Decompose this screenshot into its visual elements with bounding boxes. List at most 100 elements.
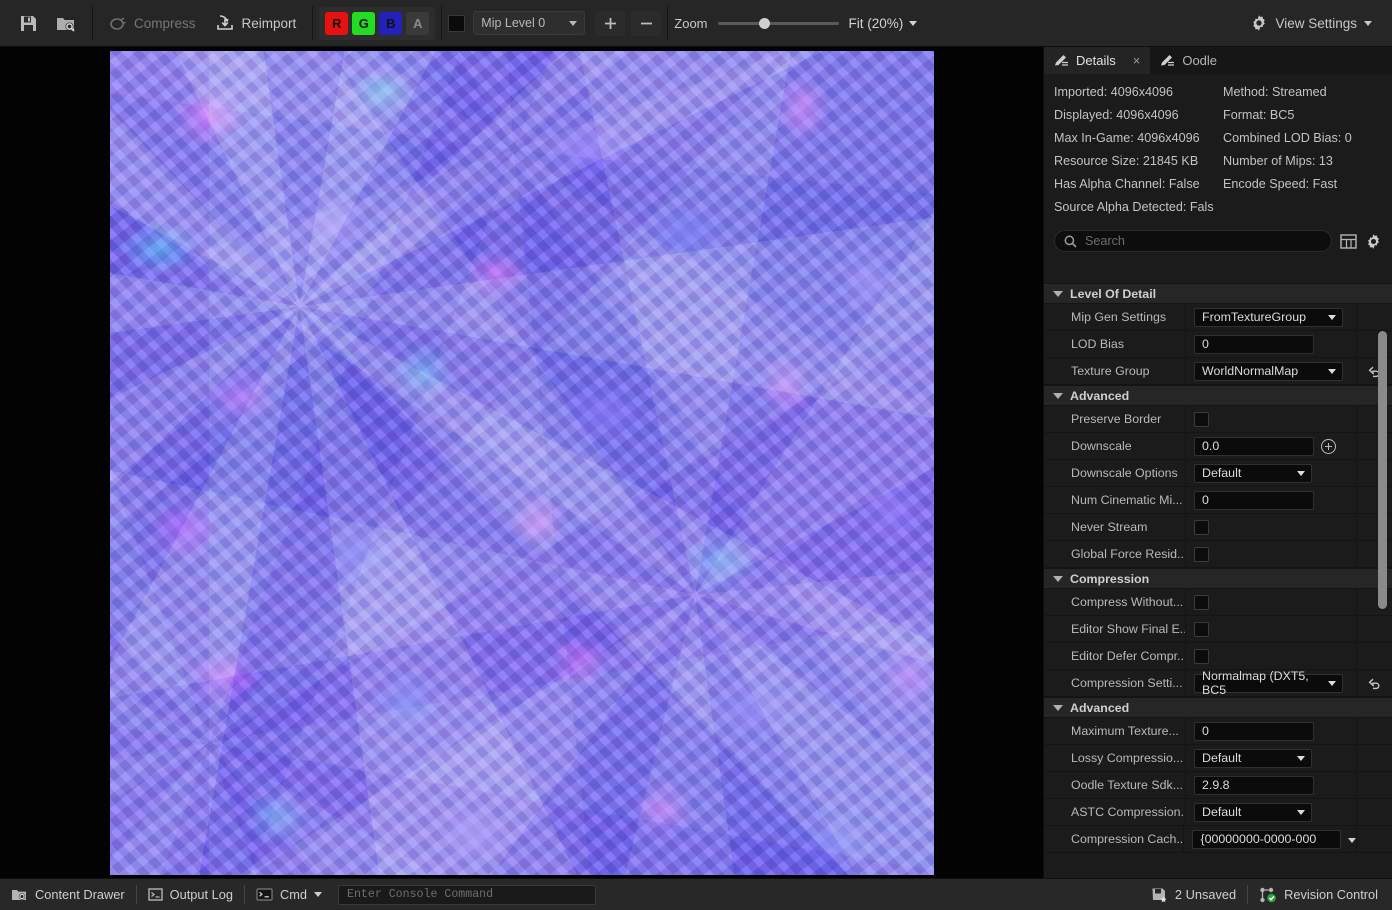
mip-increase-button[interactable] [595,10,626,36]
property-value [1186,594,1356,610]
property-label: Preserve Border [1044,406,1186,432]
property-row-extra [1356,643,1392,669]
property-dropdown[interactable]: Normalmap (DXT5, BC5 [1194,669,1343,697]
category-header-advanced[interactable]: Advanced [1044,385,1392,406]
chevron-down-icon [1328,368,1336,374]
gear-icon [1250,14,1268,32]
compress-button[interactable]: Compress [99,6,206,40]
property-row-extra [1356,826,1392,852]
console-command-input[interactable]: Enter Console Command [337,884,596,905]
unsaved-button[interactable]: 2 Unsaved [1140,879,1247,910]
category-header-level-of-detail[interactable]: Level Of Detail [1044,283,1392,304]
chevron-down-icon [1328,680,1336,686]
channel-toggle-r[interactable]: R [325,11,349,35]
cmd-dropdown-button[interactable]: Cmd [245,879,333,910]
property-row: Compress Without... [1044,589,1392,616]
mip-decrease-button[interactable] [631,10,662,36]
property-list-scrollbar[interactable] [1378,331,1387,609]
tab-details[interactable]: Details × [1044,47,1151,74]
reset-to-default-button[interactable] [1356,670,1392,696]
property-checkbox[interactable] [1194,594,1209,610]
zoom-slider[interactable] [717,16,839,30]
info-number-of-mips: Number of Mips: 13 [1223,154,1333,168]
property-checkbox[interactable] [1194,648,1209,664]
chevron-down-icon [909,20,918,26]
channel-toggle-a[interactable]: A [406,11,430,35]
chevron-down-icon [1297,809,1305,815]
toolbar-divider [312,6,314,40]
toolbar-divider [667,6,669,40]
save-button[interactable] [10,6,47,40]
expand-triangle-icon[interactable] [1053,575,1063,582]
property-checkbox[interactable] [1194,546,1209,562]
property-row: Editor Show Final E... [1044,616,1392,643]
category-header-compression[interactable]: Compression [1044,568,1392,589]
category-header-advanced[interactable]: Advanced [1044,697,1392,718]
expand-triangle-icon[interactable] [1053,704,1063,711]
property-dropdown[interactable]: {00000000-0000-000 [1192,829,1342,849]
search-input[interactable]: Search [1054,230,1332,252]
dropdown-value: Default [1202,751,1242,765]
property-dropdown[interactable]: Default [1194,463,1312,483]
dropdown-expand-button[interactable] [1348,832,1357,846]
view-settings-button[interactable]: View Settings [1240,6,1382,40]
browse-folder-icon [56,14,77,33]
expand-triangle-icon[interactable] [1053,392,1063,399]
category-label: Compression [1070,571,1150,586]
property-row-extra [1356,718,1392,744]
chevron-down-icon [1328,314,1336,320]
expand-triangle-icon[interactable] [1053,290,1063,297]
property-checkbox[interactable] [1194,411,1209,427]
chevron-down-icon [1297,470,1305,476]
property-text-input[interactable]: 0.0 [1194,436,1314,456]
reimport-button[interactable]: Reimport [206,6,307,40]
property-checkbox[interactable] [1194,519,1209,535]
add-override-button[interactable] [1321,438,1336,454]
property-list[interactable]: Level Of Detail Mip Gen Settings FromTextu… [1044,283,1392,878]
info-source-alpha: Source Alpha Detected: Fals [1054,200,1214,214]
zoom-slider-thumb[interactable] [758,17,770,29]
zoom-fit-dropdown[interactable]: Fit (20%) [849,16,918,31]
property-text-input[interactable]: 0 [1194,334,1314,354]
property-row: Mip Gen Settings FromTextureGroup [1044,304,1392,331]
property-dropdown[interactable]: WorldNormalMap [1194,361,1343,381]
normal-map-texture-preview[interactable] [110,51,934,875]
dropdown-value: FromTextureGroup [1202,310,1306,324]
property-value [1186,546,1356,562]
texture-info-grid: Imported: 4096x4096 Method: Streamed Dis… [1044,74,1392,224]
background-color-swatch[interactable] [448,14,466,32]
property-checkbox[interactable] [1194,621,1209,637]
output-log-button[interactable]: Output Log [137,879,244,910]
details-icon [1160,53,1175,68]
property-row-extra [1356,745,1392,771]
details-icon [1054,53,1069,68]
property-dropdown[interactable]: FromTextureGroup [1194,307,1343,327]
column-layout-button[interactable] [1340,233,1357,250]
channel-toggle-g[interactable]: G [352,11,376,35]
channel-toggle-b[interactable]: B [379,11,403,35]
unsaved-label: 2 Unsaved [1174,887,1237,902]
property-dropdown[interactable]: Default [1194,748,1312,768]
property-row: ASTC Compression... Default [1044,799,1392,826]
mip-level-dropdown[interactable]: Mip Level 0 [473,11,586,35]
tab-oodle[interactable]: Oodle [1150,47,1227,74]
property-row: Lossy Compressio... Default [1044,745,1392,772]
settings-gear-button[interactable] [1365,233,1382,250]
browse-button[interactable] [47,6,86,40]
property-row-extra [1356,799,1392,825]
property-row: Editor Defer Compr... [1044,643,1392,670]
reimport-label: Reimport [241,15,297,31]
close-icon[interactable]: × [1133,53,1141,68]
save-icon [19,14,38,33]
property-dropdown[interactable]: Default [1194,802,1312,822]
property-text-input[interactable]: 2.9.8 [1194,775,1314,795]
zoom-fit-label: Fit (20%) [848,15,904,31]
revision-control-button[interactable]: Revision Control [1248,879,1392,910]
content-drawer-button[interactable]: Content Drawer [0,879,136,910]
property-text-input[interactable]: 0 [1194,490,1314,510]
property-text-input[interactable]: 0 [1194,721,1314,741]
main-toolbar: Compress Reimport R G B A Mip Level 0 Zo… [0,0,1392,47]
property-row-extra [1356,304,1392,330]
property-label: LOD Bias [1044,331,1186,357]
texture-viewport[interactable] [0,47,1043,878]
